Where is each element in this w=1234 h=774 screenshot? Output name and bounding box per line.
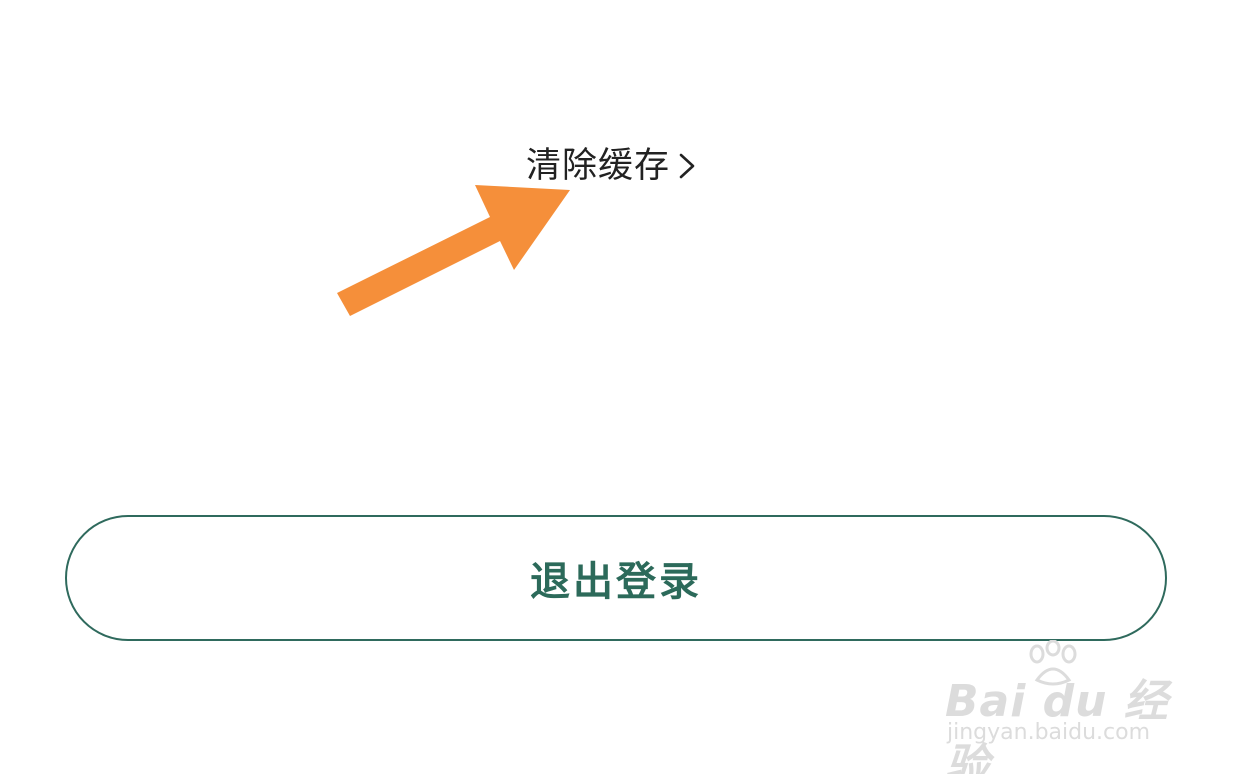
clear-cache-item[interactable]: 清除缓存 [526, 140, 698, 192]
logout-label: 退出登录 [530, 559, 702, 605]
watermark-brand: Bai du 经验 [945, 676, 1169, 774]
baidu-jingyan-watermark: Bai du 经验 jingyan.baidu.com [945, 640, 1185, 774]
annotation-arrow-icon [337, 185, 570, 316]
logout-button[interactable]: 退出登录 [65, 515, 1167, 641]
clear-cache-label: 清除缓存 [526, 145, 671, 186]
baidu-paw-icon [1029, 640, 1077, 686]
settings-page: 清除缓存 退出登录 Bai du 经验 jingyan.baidu.com [0, 0, 1234, 774]
chevron-right-icon [676, 149, 698, 183]
watermark-url: jingyan.baidu.com [947, 720, 1151, 745]
